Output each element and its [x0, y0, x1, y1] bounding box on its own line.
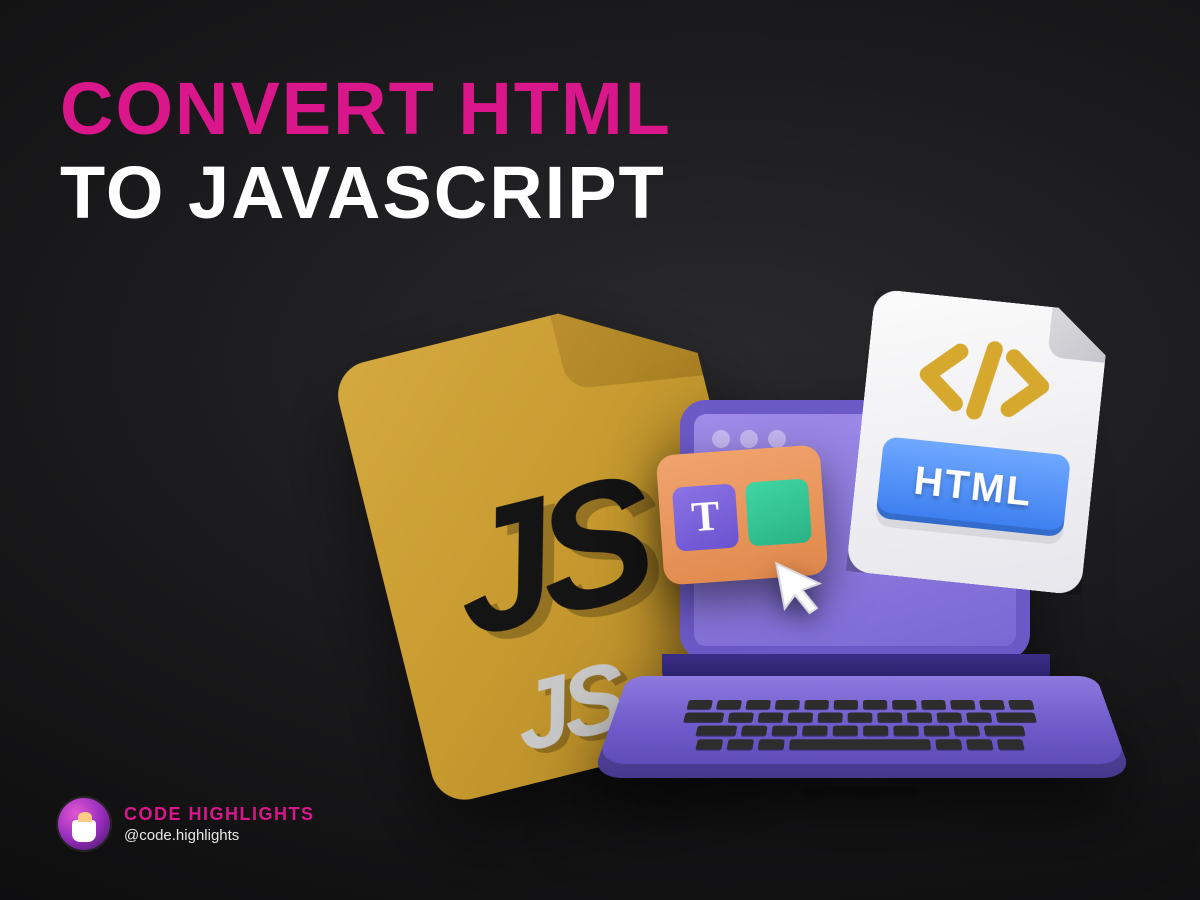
- social-handle: @code.highlights: [124, 827, 315, 844]
- laptop-trackpad: [801, 786, 919, 797]
- html-badge: HTML: [876, 436, 1072, 537]
- avatar: [58, 798, 110, 850]
- cursor-icon: [768, 552, 836, 624]
- heading-line-1: CONVERT HTML: [60, 70, 672, 148]
- heading-line-2: TO JAVASCRIPT: [60, 154, 672, 232]
- js-file-fold: [546, 285, 709, 389]
- laptop-keyboard: [672, 700, 1048, 744]
- html-label: HTML: [912, 458, 1035, 515]
- html-file-icon: HTML: [846, 288, 1110, 595]
- footer-text: CODE HIGHLIGHTS @code.highlights: [124, 804, 315, 844]
- js-text-large: JS: [440, 434, 658, 678]
- window-controls-icon: [712, 430, 786, 448]
- main-heading: CONVERT HTML TO JAVASCRIPT: [60, 70, 672, 231]
- green-tile: [745, 478, 812, 546]
- footer-attribution: CODE HIGHLIGHTS @code.highlights: [58, 798, 315, 850]
- brand-name: CODE HIGHLIGHTS: [124, 804, 315, 825]
- t-tile: T: [672, 483, 739, 551]
- t-letter: T: [690, 493, 721, 543]
- illustration-group: JS JS: [340, 280, 1100, 840]
